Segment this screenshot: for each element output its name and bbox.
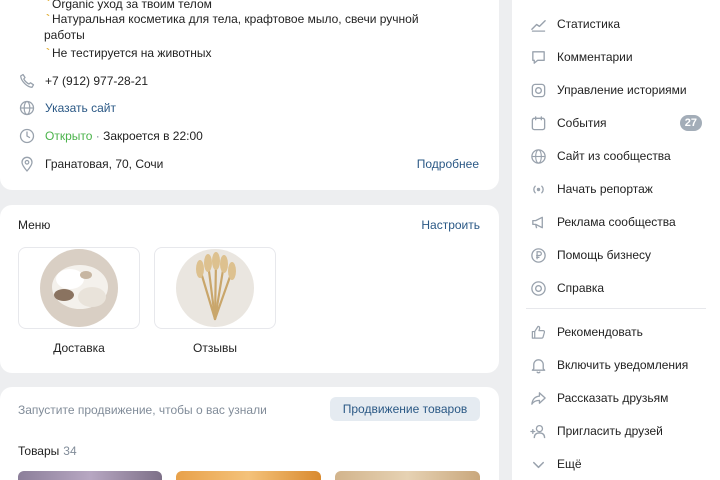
closing-time: Закроется в 22:00 (103, 129, 203, 143)
sidebar-item-stories[interactable]: Управление историями (528, 79, 714, 101)
sidebar-item-label: События (557, 116, 607, 130)
promo-card: Запустите продвижение, чтобы о вас узнал… (0, 387, 499, 480)
sidebar-item-statistics[interactable]: Статистика (528, 13, 714, 35)
site-row[interactable]: Указать сайт (18, 98, 116, 118)
sidebar-item-recommend[interactable]: Рекомендовать (528, 321, 714, 343)
hours-row: Открыто · Закроется в 22:00 (18, 126, 203, 146)
megaphone-icon (528, 212, 548, 232)
configure-menu-link[interactable]: Настроить (421, 218, 480, 232)
menu-item-label: Отзывы (193, 341, 237, 355)
goods-item-image[interactable] (18, 471, 162, 480)
sidebar-item-share[interactable]: Рассказать друзьям (528, 387, 714, 409)
sidebar-item-label: Включить уведомления (557, 358, 689, 372)
comment-icon (528, 47, 548, 67)
goods-title[interactable]: Товары 34 (18, 444, 77, 458)
sidebar-item-label: Статистика (557, 17, 621, 31)
ruble-icon (528, 245, 548, 265)
globe-icon (18, 99, 36, 117)
events-count-badge: 27 (679, 115, 702, 131)
add-site-link[interactable]: Указать сайт (45, 101, 116, 115)
sidebar-divider (526, 308, 706, 309)
leaf-icon: ` (46, 0, 50, 11)
sidebar-item-help[interactable]: Справка (528, 277, 714, 299)
sidebar-item-label: Помощь бизнесу (557, 248, 652, 262)
hours-separator: · (92, 129, 104, 143)
sidebar-item-site[interactable]: Сайт из сообщества (528, 145, 714, 167)
stories-icon (528, 80, 548, 100)
menu-item-reviews[interactable] (154, 247, 276, 329)
location-pin-icon (18, 155, 36, 173)
sidebar-item-label: Комментарии (557, 50, 633, 64)
reviews-image (176, 249, 254, 327)
goods-count: 34 (63, 444, 77, 458)
phone-row[interactable]: +7 (912) 977-28-21 (18, 71, 148, 91)
bell-icon (528, 355, 548, 375)
menu-card: Меню Настроить Доставка Отзывы (0, 205, 499, 373)
promo-text: Запустите продвижение, чтобы о вас узнал… (18, 403, 267, 417)
sidebar-item-live[interactable]: Начать репортаж (528, 178, 714, 200)
chart-icon (528, 14, 548, 34)
chevron-down-icon (528, 454, 548, 474)
help-icon (528, 278, 548, 298)
address-text[interactable]: Гранатовая, 70, Сочи (45, 157, 163, 171)
sidebar-item-label: Пригласить друзей (557, 424, 663, 438)
live-icon (528, 179, 548, 199)
sidebar-item-label: Справка (557, 281, 605, 295)
community-actions-sidebar: Статистика Комментарии Управление истори… (512, 0, 720, 480)
sidebar-item-comments[interactable]: Комментарии (528, 46, 714, 68)
sidebar-item-more[interactable]: Ещё (528, 453, 714, 475)
goods-item-image[interactable] (176, 471, 321, 480)
delivery-image (40, 249, 118, 327)
description-line: ` Не тестируется на животных (46, 46, 212, 60)
sidebar-item-label: Рассказать друзьям (557, 391, 669, 405)
sidebar-item-label: Ещё (557, 457, 582, 471)
sidebar-item-notifications[interactable]: Включить уведомления (528, 354, 714, 376)
more-details-link[interactable]: Подробнее (417, 157, 479, 171)
sidebar-item-invite[interactable]: Пригласить друзей (528, 420, 714, 442)
menu-title: Меню (18, 218, 51, 232)
like-icon (528, 322, 548, 342)
address-row[interactable]: Гранатовая, 70, Сочи (18, 154, 163, 174)
sidebar-item-label: Реклама сообщества (557, 215, 676, 229)
sidebar-item-label: Рекомендовать (557, 325, 643, 339)
open-status: Открыто (45, 129, 93, 143)
phone-number[interactable]: +7 (912) 977-28-21 (45, 74, 148, 88)
description-line: ` Натуральная косметика для тела, крафтов… (46, 12, 419, 26)
share-icon (528, 388, 548, 408)
promote-goods-button[interactable]: Продвижение товаров (330, 397, 480, 421)
sidebar-item-events[interactable]: События 27 (528, 112, 714, 134)
leaf-icon: ` (46, 46, 50, 60)
sidebar-item-ads[interactable]: Реклама сообщества (528, 211, 714, 233)
goods-item-image[interactable] (335, 471, 480, 480)
menu-item-label: Доставка (53, 341, 105, 355)
clock-icon (18, 127, 36, 145)
sidebar-item-business-help[interactable]: Помощь бизнесу (528, 244, 714, 266)
info-card: ` Organic уход за твоим телом ` Натуральна… (0, 0, 499, 190)
menu-item-delivery[interactable] (18, 247, 140, 329)
phone-icon (18, 72, 36, 90)
description-line: работы (44, 28, 85, 42)
add-user-icon (528, 421, 548, 441)
sidebar-item-label: Управление историями (557, 83, 687, 97)
sidebar-item-label: Сайт из сообщества (557, 149, 671, 163)
leaf-icon: ` (46, 12, 50, 26)
calendar-icon (528, 113, 548, 133)
globe-icon (528, 146, 548, 166)
sidebar-item-label: Начать репортаж (557, 182, 653, 196)
